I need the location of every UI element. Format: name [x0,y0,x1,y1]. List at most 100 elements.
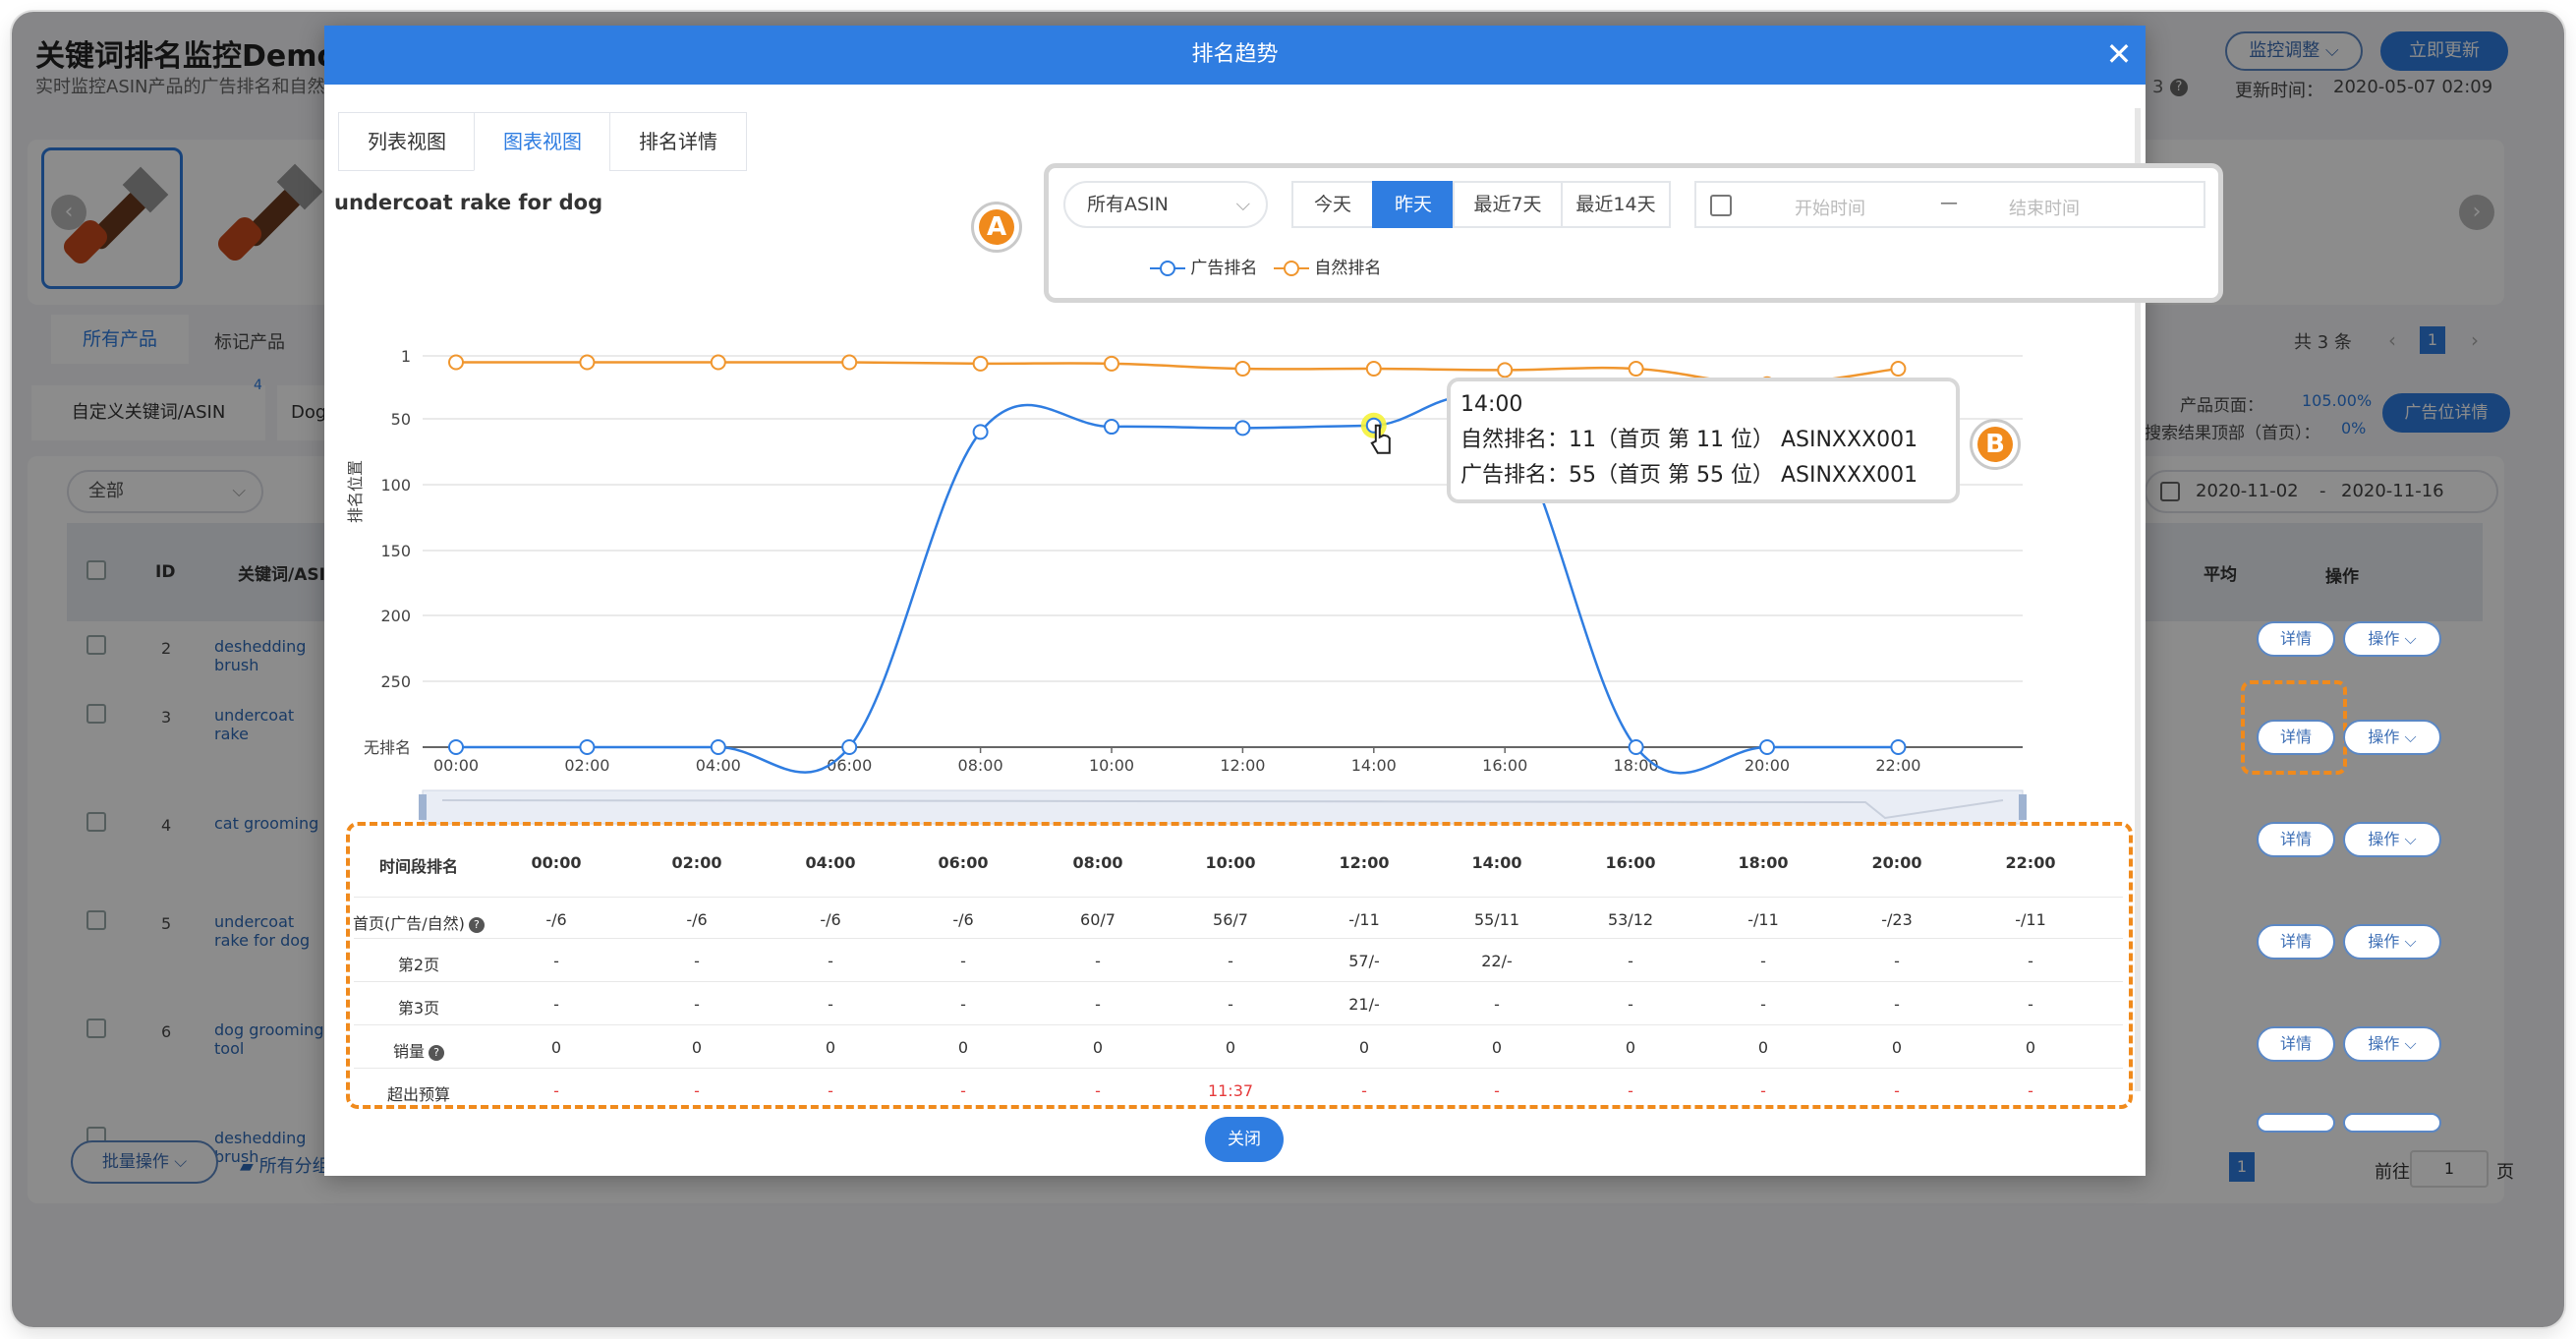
zoom-handle-right[interactable] [2019,794,2027,820]
tab-chart-view[interactable]: 图表视图 [474,112,611,171]
operation-button[interactable]: 操作 ⌵ [2343,822,2441,857]
table-cell: -/11 [1747,910,1779,929]
legend-natural-rank[interactable]: 自然排名 [1274,254,1381,278]
data-point[interactable] [1234,361,1251,378]
operation-button[interactable]: 操作 ⌵ [2343,621,2441,657]
table-cell: 11:37 [1207,1081,1254,1100]
table-cell: 0 [1491,1038,1503,1057]
asin-select-value: 所有ASIN [1087,194,1169,215]
tab-rank-detail[interactable]: 排名详情 [609,112,747,171]
data-zoom-slider[interactable] [422,789,2024,825]
table-cell: 0 [1358,1038,1370,1057]
table-row-label: 首页(广告/自然)? [330,910,507,934]
date-range-sep: — [1940,193,1958,213]
table-row-divider [354,1024,2123,1025]
data-point[interactable] [448,739,464,755]
table-cell: - [1095,995,1101,1014]
table-cell: - [2028,995,2033,1014]
data-point[interactable] [579,739,596,755]
data-point[interactable] [448,354,464,371]
detail-button[interactable]: 详情 [2257,720,2335,755]
data-point[interactable] [1628,739,1644,755]
table-cell: 0 [2025,1038,2036,1057]
range-7days[interactable]: 最近7天 [1453,181,1563,228]
operation-button[interactable] [2343,1113,2441,1133]
table-time-header: 08:00 [1072,853,1123,872]
table-cell: - [828,995,833,1014]
help-icon[interactable]: ? [429,1044,444,1061]
y-tick-label: 150 [380,542,411,560]
calendar-icon [1710,195,1732,216]
data-point[interactable] [1234,420,1251,437]
detail-button[interactable]: 详情 [2257,924,2335,960]
table-cell: -/6 [952,910,974,929]
data-point[interactable] [1104,419,1119,436]
detail-button[interactable]: 详情 [2257,1026,2335,1062]
close-button[interactable]: 关闭 [1205,1117,1284,1162]
table-cell: - [960,1081,966,1100]
table-cell: - [1494,1081,1500,1100]
data-point[interactable] [1104,355,1119,372]
data-point[interactable] [1890,739,1907,755]
table-cell: - [1894,1081,1900,1100]
operation-label: 操作 [2368,629,2400,648]
data-point[interactable] [579,354,596,371]
y-axis-label: 排名位置 [346,459,365,523]
data-point[interactable] [1759,739,1775,755]
table-cell: 0 [1891,1038,1903,1057]
asin-select[interactable]: 所有ASIN ⌵ [1063,181,1268,228]
table-cell: -/6 [686,910,708,929]
x-tick-label: 14:00 [1351,756,1397,775]
table-cell: 55/11 [1473,910,1520,929]
data-point[interactable] [841,739,858,755]
start-time-placeholder: 开始时间 [1795,199,1865,219]
data-point[interactable] [972,424,989,440]
close-icon[interactable]: ✕ [2103,38,2135,71]
data-point[interactable] [1365,361,1382,378]
table-cell: - [828,1081,833,1100]
operation-button[interactable]: 操作 ⌵ [2343,924,2441,960]
x-tick-label: 20:00 [1745,756,1790,775]
legend-ad-rank[interactable]: 广告排名 [1150,254,1257,278]
operation-label: 操作 [2368,1034,2400,1053]
table-time-header: 04:00 [805,853,856,872]
operation-button[interactable]: 操作 ⌵ [2343,1026,2441,1062]
table-cell: - [828,952,833,970]
data-point[interactable] [972,355,989,372]
data-point[interactable] [1497,362,1514,378]
detail-button[interactable]: 详情 [2257,621,2335,657]
chevron-down-icon: ⌵ [2399,728,2417,746]
data-point[interactable] [1628,361,1644,378]
table-cell: - [694,995,700,1014]
table-time-header: 00:00 [531,853,582,872]
help-icon[interactable]: ? [468,916,485,933]
tooltip-time: 14:00 [1460,392,1523,417]
x-tick-label: 16:00 [1482,756,1527,775]
chevron-down-icon: ⌵ [1235,194,1250,215]
range-yesterday[interactable]: 昨天 [1372,181,1455,228]
callout-badge-b: B [1970,419,2021,470]
row-label-text: 第3页 [397,999,440,1018]
detail-button[interactable]: 详情 [2257,822,2335,857]
table-cell: 0 [691,1038,703,1057]
data-point[interactable] [710,739,726,755]
zoom-handle-left[interactable] [419,794,427,820]
table-cell: -/11 [2015,910,2046,929]
range-today[interactable]: 今天 [1291,181,1374,228]
keyword-title: undercoat rake for dog [334,191,603,214]
range-14days[interactable]: 最近14天 [1561,181,1671,228]
ad-rank-legend-icon [1150,261,1185,276]
row-label-text: 销量 [392,1042,425,1061]
data-point[interactable] [841,354,858,371]
detail-button[interactable] [2257,1113,2335,1133]
tab-list-view[interactable]: 列表视图 [338,112,476,171]
data-point[interactable] [1890,361,1907,378]
y-tick-label: 1 [401,347,411,366]
custom-date-picker[interactable]: 开始时间 — 结束时间 [1694,181,2205,228]
data-point[interactable] [710,354,726,371]
operation-button[interactable]: 操作 ⌵ [2343,720,2441,755]
table-cell: - [1628,995,1633,1014]
table-row-divider [354,897,2123,898]
table-row-label: 销量? [330,1038,507,1062]
table-cell: - [1628,952,1633,970]
